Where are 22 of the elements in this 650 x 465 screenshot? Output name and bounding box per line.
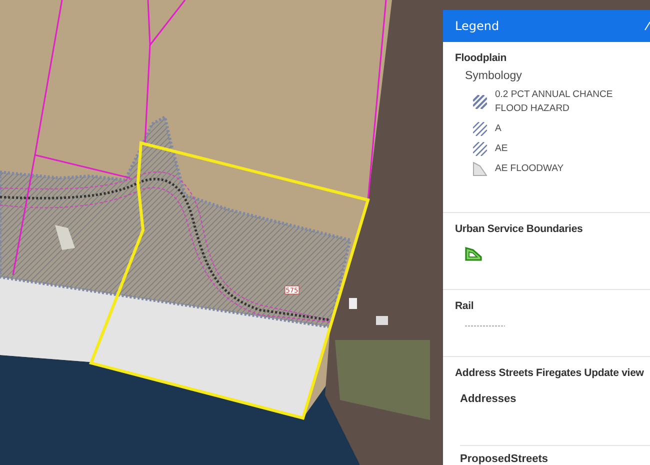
building xyxy=(349,298,357,309)
building xyxy=(376,316,388,325)
legend-title: Legend xyxy=(455,19,500,33)
dashed-line-icon xyxy=(465,324,505,328)
light-patch xyxy=(55,225,75,250)
layer-title: Urban Service Boundaries xyxy=(455,223,584,235)
layer-title: Rail xyxy=(455,300,475,312)
layer-title: Floodplain xyxy=(455,52,508,64)
polygon-outline-icon xyxy=(465,247,482,261)
sublayer-title: ProposedStreets xyxy=(460,453,550,465)
hatch-swatch-icon xyxy=(473,122,487,136)
legend-label: AE xyxy=(495,142,509,156)
collapse-icon[interactable] xyxy=(644,21,650,31)
hatch-swatch-icon xyxy=(473,95,487,109)
floodway-swatch-icon xyxy=(473,162,487,176)
layer-title: Address Streets Firegates Update view xyxy=(455,367,645,379)
legend-label: 0.2 PCT ANNUAL CHANCE FLOOD HAZARD xyxy=(495,88,614,116)
hatch-swatch-icon xyxy=(473,142,487,156)
sublayer-title: Addresses xyxy=(460,393,518,405)
legend-label: AE FLOODWAY xyxy=(495,162,565,176)
group-title: Symbology xyxy=(465,70,523,82)
legend-label: A xyxy=(495,122,502,136)
